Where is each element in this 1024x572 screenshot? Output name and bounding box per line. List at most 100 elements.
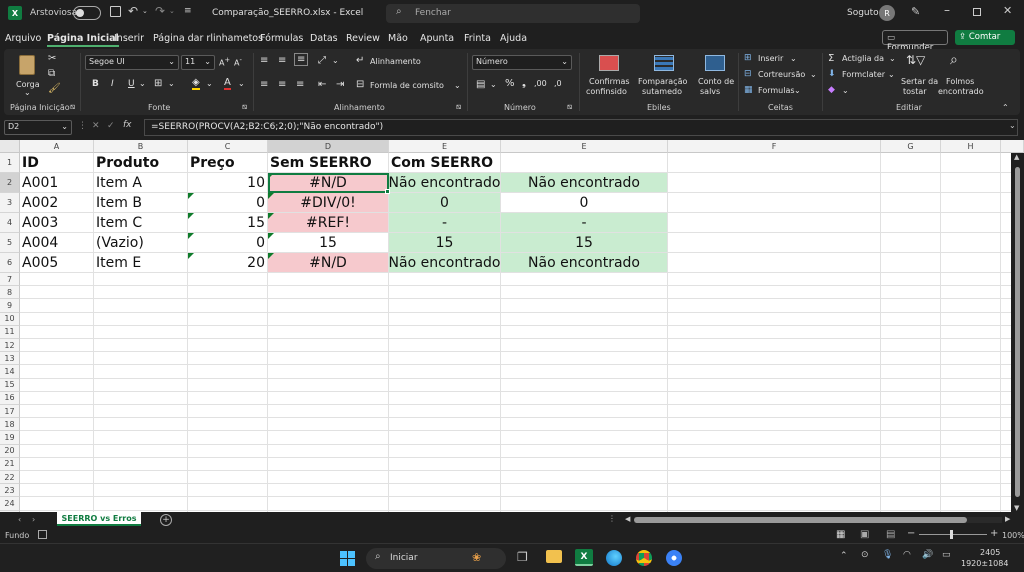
row-header-18[interactable]: 18 bbox=[0, 418, 20, 432]
underline-icon[interactable]: U bbox=[128, 79, 135, 89]
cell-b5[interactable]: (Vazio) bbox=[94, 233, 188, 253]
sheet-split-icon[interactable]: ⋮ bbox=[608, 514, 616, 523]
cell-f5[interactable]: 15 bbox=[501, 233, 668, 253]
alignment-launcher-icon[interactable]: ⧅ bbox=[456, 102, 461, 112]
orientation-dropdown-icon[interactable]: ⌄ bbox=[332, 56, 339, 65]
underline-dropdown-icon[interactable]: ⌄ bbox=[139, 79, 146, 88]
normal-view-icon[interactable]: ▦ bbox=[836, 529, 845, 540]
row-header-1[interactable]: 1 bbox=[0, 153, 20, 173]
column-header-h[interactable]: H bbox=[941, 140, 1001, 153]
add-sheet-button[interactable]: + bbox=[160, 514, 172, 526]
zoom-level[interactable]: 100% bbox=[1002, 531, 1024, 540]
column-header-d[interactable]: D bbox=[268, 140, 389, 153]
row-header-9[interactable]: 9 bbox=[0, 299, 20, 313]
font-launcher-icon[interactable]: ⧅ bbox=[242, 102, 247, 112]
cell-c4[interactable]: 15 bbox=[188, 213, 268, 233]
cell-e1b[interactable] bbox=[501, 153, 668, 173]
redo-icon[interactable]: ↷ bbox=[155, 4, 165, 18]
cell-a2[interactable]: A001 bbox=[20, 173, 94, 193]
clock-date[interactable]: 1920±1084 bbox=[961, 559, 1008, 568]
scroll-left-icon[interactable]: ◀ bbox=[625, 515, 630, 523]
row-header-3[interactable]: 3 bbox=[0, 193, 20, 213]
zoom-slider[interactable] bbox=[919, 530, 987, 539]
undo-icon[interactable]: ↶ bbox=[128, 4, 138, 18]
cell-d2[interactable]: #N/D bbox=[268, 173, 389, 193]
row-header-20[interactable]: 20 bbox=[0, 444, 20, 458]
column-header-e2[interactable]: E bbox=[501, 140, 668, 153]
cell-c3[interactable]: 0 bbox=[188, 193, 268, 213]
cell-d3[interactable]: #DIV/0! bbox=[268, 193, 389, 213]
autosum-dropdown-icon[interactable]: ⌄ bbox=[889, 54, 896, 63]
cell-e2[interactable]: Não encontrado bbox=[389, 173, 501, 193]
accessibility-icon[interactable] bbox=[38, 530, 47, 539]
column-header-a[interactable]: A bbox=[20, 140, 94, 153]
cell-c6[interactable]: 20 bbox=[188, 253, 268, 273]
align-right-icon[interactable]: ≡ bbox=[296, 79, 304, 90]
task-view-icon[interactable]: ❐ bbox=[517, 550, 528, 564]
wrap-text-button[interactable]: Alinhamento bbox=[370, 57, 421, 66]
cell-b1[interactable]: Produto bbox=[94, 153, 188, 173]
row-header-12[interactable]: 12 bbox=[0, 339, 20, 353]
insert-dropdown-icon[interactable]: ⌄ bbox=[790, 54, 797, 63]
merge-dropdown-icon[interactable]: ⌄ bbox=[454, 81, 461, 90]
tab-inserir[interactable]: Inserir bbox=[114, 33, 144, 44]
clipboard-launcher-icon[interactable]: ⧅ bbox=[70, 102, 75, 112]
copy-icon[interactable]: ⧉ bbox=[48, 68, 55, 79]
tab-arquivo[interactable]: Arquivo bbox=[5, 33, 41, 44]
increase-font-icon[interactable]: A+ bbox=[219, 56, 230, 68]
font-name-select[interactable]: Segoe UI ⌄ bbox=[85, 55, 179, 70]
chrome-icon[interactable] bbox=[636, 550, 652, 566]
tray-overflow-icon[interactable]: ⌃ bbox=[840, 551, 848, 561]
vertical-scroll-thumb[interactable] bbox=[1015, 167, 1020, 497]
tab-frinta[interactable]: Frinta bbox=[464, 33, 491, 44]
format-cells-button[interactable]: Formulas bbox=[758, 86, 795, 95]
row-header-24[interactable]: 24 bbox=[0, 497, 20, 511]
zoom-slider-thumb[interactable] bbox=[950, 530, 953, 539]
tab-pagina-inicial[interactable]: Página Inicial bbox=[47, 33, 119, 47]
row-header-17[interactable]: 17 bbox=[0, 405, 20, 419]
row-header-11[interactable]: 11 bbox=[0, 325, 20, 339]
align-bottom-icon[interactable]: ≡ bbox=[294, 53, 309, 66]
microphone-icon[interactable]: 🎙 bbox=[882, 550, 893, 560]
fill-color-dropdown-icon[interactable]: ⌄ bbox=[206, 79, 213, 88]
share-button[interactable]: ⇪ Comtar bbox=[955, 30, 1015, 45]
row-header-15[interactable]: 15 bbox=[0, 378, 20, 392]
cell-a3[interactable]: A002 bbox=[20, 193, 94, 213]
format-as-table-button[interactable]: Fomparação sutamedo bbox=[636, 53, 692, 99]
vertical-scrollbar[interactable]: ▲ ▼ bbox=[1011, 153, 1024, 512]
merge-icon[interactable]: ⊟ bbox=[356, 79, 364, 90]
customize-qat-icon[interactable]: ≡ bbox=[184, 6, 192, 16]
cut-icon[interactable]: ✂ bbox=[48, 53, 56, 64]
row-header-22[interactable]: 22 bbox=[0, 471, 20, 485]
select-all-corner[interactable] bbox=[0, 140, 20, 153]
enter-icon[interactable]: ✓ bbox=[107, 121, 115, 131]
cell-e3[interactable]: 0 bbox=[389, 193, 501, 213]
pen-icon[interactable]: ✎ bbox=[911, 5, 920, 18]
row-header-16[interactable]: 16 bbox=[0, 391, 20, 405]
bold-icon[interactable]: B bbox=[92, 79, 99, 89]
file-explorer-icon[interactable] bbox=[546, 550, 562, 563]
autosave-toggle[interactable] bbox=[73, 6, 101, 20]
horizontal-scrollbar[interactable] bbox=[634, 517, 1002, 523]
restore-icon[interactable] bbox=[973, 8, 981, 16]
find-select-button[interactable]: ⌕ Folmos encontrado bbox=[936, 52, 984, 99]
font-color-icon[interactable]: A bbox=[224, 77, 231, 90]
format-painter-icon[interactable]: 🖌 bbox=[48, 83, 61, 94]
decrease-indent-icon[interactable]: ⇤ bbox=[318, 79, 326, 90]
number-format-select[interactable]: Número ⌄ bbox=[472, 55, 572, 70]
cancel-icon[interactable]: ✕ bbox=[92, 121, 100, 131]
borders-icon[interactable]: ⊞ bbox=[154, 78, 162, 89]
increase-decimal-icon[interactable]: ,00 bbox=[534, 79, 547, 88]
clear-dropdown-icon[interactable]: ⌄ bbox=[842, 86, 849, 95]
cell-f3[interactable]: 0 bbox=[501, 193, 668, 213]
align-center-icon[interactable]: ≡ bbox=[278, 79, 286, 90]
italic-icon[interactable]: I bbox=[111, 79, 114, 89]
row-header-7[interactable]: 7 bbox=[0, 273, 20, 287]
horizontal-scroll-thumb[interactable] bbox=[634, 517, 967, 523]
row-header-13[interactable]: 13 bbox=[0, 352, 20, 366]
font-size-select[interactable]: 11 ⌄ bbox=[181, 55, 215, 70]
wifi-icon[interactable]: ◠ bbox=[903, 550, 911, 560]
cell-f4[interactable]: - bbox=[501, 213, 668, 233]
cell-a5[interactable]: A004 bbox=[20, 233, 94, 253]
row-header-23[interactable]: 23 bbox=[0, 484, 20, 498]
